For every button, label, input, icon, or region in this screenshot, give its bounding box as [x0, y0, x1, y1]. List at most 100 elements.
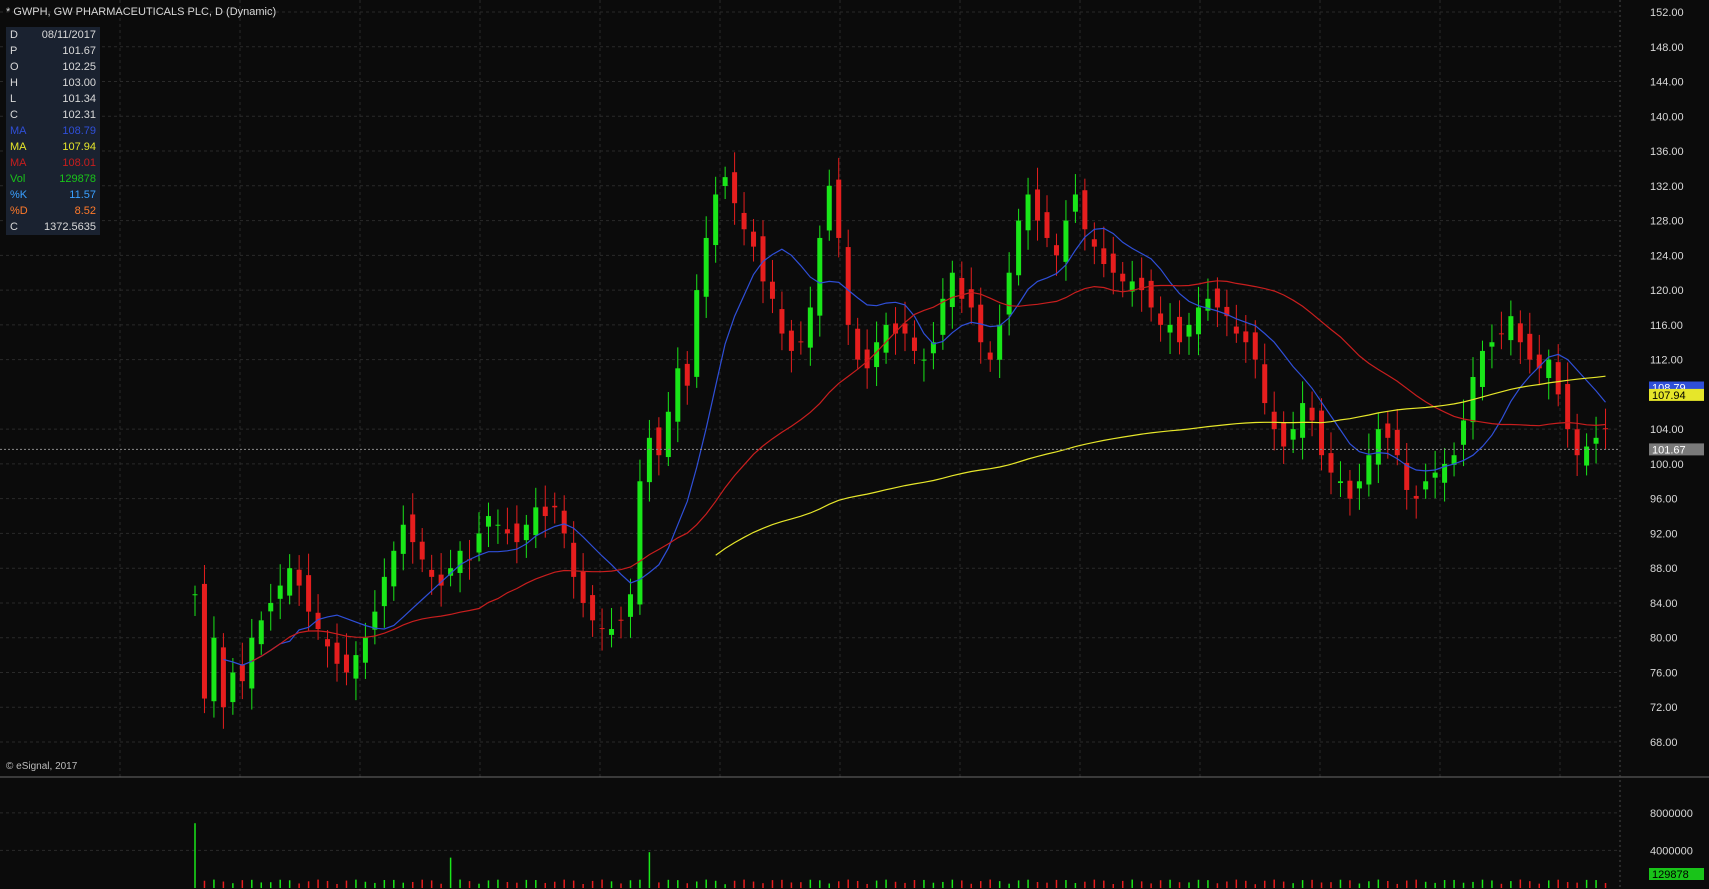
data-window-value: 101.67: [62, 45, 96, 57]
candle-body: [1555, 362, 1561, 395]
candle-body: [940, 298, 946, 335]
price-tick-label: 116.00: [1650, 320, 1683, 332]
candle-body: [306, 575, 312, 612]
data-window-value: 102.25: [62, 61, 96, 73]
candle-body: [637, 481, 643, 605]
candle-body: [1158, 313, 1164, 325]
candle-body: [429, 569, 435, 577]
candle-body: [239, 664, 245, 682]
candle-body: [1243, 331, 1249, 343]
candle-body: [201, 583, 207, 699]
candle-body: [1101, 248, 1107, 265]
price-tick-label: 84.00: [1650, 598, 1678, 610]
price-tick-label: 144.00: [1650, 77, 1684, 89]
candle-body: [1290, 429, 1296, 440]
candle-body: [656, 427, 662, 456]
data-window-label: O: [10, 61, 19, 73]
data-window-label: C: [10, 221, 18, 233]
price-tick-label: 96.00: [1650, 494, 1678, 506]
candle-body: [760, 236, 766, 282]
data-window-label: MA: [10, 141, 27, 153]
price-tick-label: 76.00: [1650, 667, 1678, 679]
candle-body: [495, 524, 501, 526]
candle-body: [504, 529, 510, 534]
candle-body: [675, 368, 681, 422]
price-tick-label: 68.00: [1650, 737, 1678, 749]
candle-body: [1366, 455, 1372, 485]
candle-body: [372, 611, 378, 630]
candle-body: [410, 514, 416, 543]
data-window-value: 107.94: [62, 141, 96, 153]
price-tick-label: 92.00: [1650, 528, 1678, 540]
candle-body: [1082, 190, 1088, 230]
candle-body: [769, 281, 775, 299]
candle-body: [542, 506, 548, 517]
candle-body: [1271, 411, 1277, 430]
data-window-row: Vol 129878: [6, 171, 100, 187]
candle-body: [533, 507, 539, 536]
candle-body: [287, 568, 293, 596]
candle-body: [1044, 212, 1050, 238]
candle-body: [1385, 423, 1391, 438]
price-tick-label: 88.00: [1650, 563, 1678, 575]
candle-body: [523, 524, 529, 541]
candle-body: [1413, 495, 1419, 499]
candle-body: [1281, 422, 1287, 447]
candle-body: [1262, 364, 1268, 404]
candle-body: [684, 363, 690, 386]
candle-body: [1195, 307, 1201, 335]
candle-body: [1356, 481, 1362, 489]
candle-body: [192, 594, 198, 596]
candle-body: [665, 411, 671, 458]
candle-body: [230, 672, 236, 703]
price-tick-label: 140.00: [1650, 111, 1684, 123]
candle-body: [1508, 316, 1514, 341]
candle-body: [987, 352, 993, 360]
candle-body: [911, 337, 917, 351]
candle-body: [580, 571, 586, 603]
candle-body: [476, 533, 482, 553]
candle-body: [694, 290, 700, 377]
candle-body: [713, 194, 719, 246]
candle-body: [1148, 280, 1154, 308]
candle-body: [268, 602, 274, 612]
data-window-label: C: [10, 109, 18, 121]
candle-body: [1319, 410, 1325, 456]
candle-body: [1479, 350, 1485, 387]
price-tag-label: 101.67: [1652, 444, 1686, 456]
data-window-value: 101.34: [62, 93, 96, 105]
data-window-row: %D 8.52: [6, 203, 100, 219]
candle-body: [1186, 324, 1192, 337]
data-window-value: 1372.5635: [44, 221, 96, 233]
price-tick-label: 128.00: [1650, 216, 1684, 228]
price-tick-label: 136.00: [1650, 146, 1684, 158]
price-chart[interactable]: 152.00 148.00 144.00 140.00 136.00 132.00 128.…: [0, 0, 1709, 889]
candle-body: [211, 637, 217, 702]
candle-body: [646, 437, 652, 483]
candle-body: [1593, 437, 1599, 444]
data-window-row: H 103.00: [6, 75, 100, 91]
data-window-label: %K: [10, 189, 28, 201]
candle-body: [1347, 480, 1353, 499]
candle-body: [343, 654, 349, 673]
data-window-row: MA 108.01: [6, 155, 100, 171]
data-window-label: MA: [10, 157, 27, 169]
candle-body: [1498, 333, 1504, 335]
candle-body: [1574, 429, 1580, 456]
data-window-value: 129878: [59, 173, 96, 185]
candle-body: [590, 595, 596, 621]
price-tick-label: 80.00: [1650, 633, 1678, 645]
candle-body: [1233, 326, 1239, 334]
data-window-row: L 101.34: [6, 91, 100, 107]
candle-body: [826, 185, 832, 231]
volume-tag-label: 129878: [1652, 869, 1689, 881]
candle-body: [883, 324, 889, 353]
candle-body: [1063, 220, 1069, 262]
candle-body: [618, 619, 624, 621]
candle-body: [258, 620, 264, 645]
candle-body: [381, 576, 387, 607]
candle-body: [514, 523, 520, 543]
data-window-row: MA 108.79: [6, 123, 100, 139]
candle-body: [1110, 253, 1116, 273]
candle-body: [836, 179, 842, 238]
